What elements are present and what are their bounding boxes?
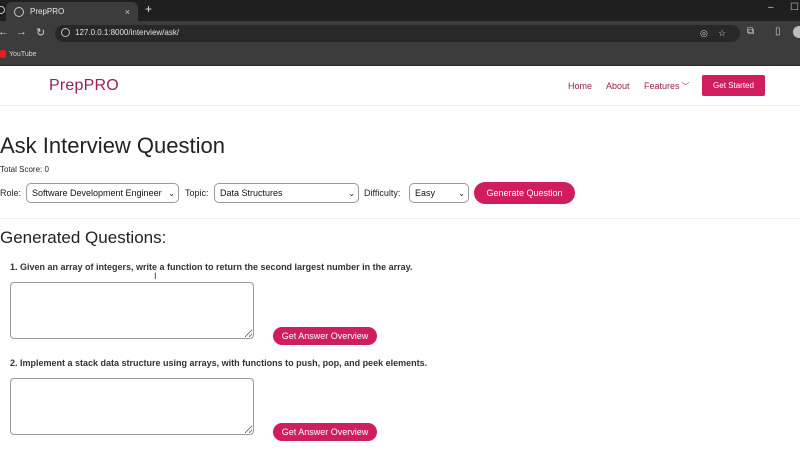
tab-title: PrepPRO — [30, 7, 65, 16]
answer-textarea[interactable] — [10, 378, 254, 435]
bookmark-youtube[interactable]: YouTube — [0, 50, 37, 58]
globe-icon — [14, 6, 24, 17]
chevron-down-icon: ⌄ — [348, 188, 355, 198]
generate-question-button[interactable]: Generate Question — [474, 182, 575, 204]
tab-close-icon[interactable]: × — [125, 7, 130, 17]
role-select-value: Software Development Engineer — [32, 188, 162, 198]
difficulty-label: Difficulty: — [364, 188, 401, 198]
browser-tabstrip: PrepPRO × + – ☐ — [0, 0, 800, 21]
topic-select-value: Data Structures — [220, 188, 283, 198]
browser-toolbar: ← → ↻ 127.0.0.1:8000/interview/ask/ ◎ ☆ … — [0, 21, 800, 46]
star-icon[interactable]: ☆ — [718, 28, 726, 39]
forward-icon[interactable]: → — [16, 26, 27, 38]
chevron-down-icon: ⌄ — [168, 188, 175, 198]
difficulty-select-value: Easy — [415, 188, 436, 198]
get-started-button[interactable]: Get Started — [702, 75, 765, 96]
address-bar[interactable]: 127.0.0.1:8000/interview/ask/ ◎ ☆ — [55, 25, 740, 42]
minimize-icon[interactable]: – — [768, 2, 774, 13]
nav-about[interactable]: About — [606, 81, 630, 91]
get-answer-overview-button[interactable]: Get Answer Overview — [273, 327, 377, 345]
reload-icon[interactable]: ↻ — [36, 26, 45, 39]
difficulty-select[interactable]: Easy ⌄ — [409, 183, 469, 203]
youtube-icon — [0, 50, 6, 58]
bookmark-label: YouTube — [9, 50, 37, 58]
question-text: 2. Implement a stack data structure usin… — [10, 358, 428, 368]
new-tab-button[interactable]: + — [145, 2, 152, 16]
answer-textarea[interactable] — [10, 282, 254, 339]
section-divider — [0, 218, 800, 219]
topic-label: Topic: — [185, 188, 209, 198]
eye-off-icon[interactable]: ◎ — [700, 28, 708, 39]
total-score: Total Score: 0 — [0, 165, 49, 174]
generated-questions-heading: Generated Questions: — [0, 228, 167, 247]
site-header: PrepPRO Home About Features ﹀ Get Started — [0, 66, 800, 106]
get-answer-overview-button[interactable]: Get Answer Overview — [273, 423, 377, 441]
site-info-icon[interactable] — [61, 28, 70, 37]
chevron-down-icon: ﹀ — [681, 82, 690, 91]
extensions-icon[interactable]: ⧉ — [747, 26, 754, 37]
nav-features[interactable]: Features ﹀ — [644, 81, 690, 92]
nav-home[interactable]: Home — [568, 81, 592, 91]
address-url: 127.0.0.1:8000/interview/ask/ — [75, 28, 180, 37]
back-icon[interactable]: ← — [0, 26, 9, 38]
profile-avatar[interactable] — [793, 26, 800, 38]
role-label: Role: — [0, 188, 22, 198]
page-title: Ask Interview Question — [0, 133, 225, 158]
browser-tab[interactable]: PrepPRO × — [6, 2, 138, 21]
sidepanel-icon[interactable]: ▯ — [775, 26, 781, 37]
chevron-down-icon: ⌄ — [458, 188, 465, 198]
tab-search-icon[interactable] — [0, 6, 5, 14]
maximize-icon[interactable]: ☐ — [790, 2, 799, 13]
text-cursor-icon: I — [154, 271, 157, 281]
brand-logo[interactable]: PrepPRO — [49, 77, 119, 95]
nav-features-label: Features — [644, 81, 680, 91]
bookmarks-bar: YouTube — [0, 46, 800, 66]
topic-select[interactable]: Data Structures ⌄ — [214, 183, 359, 203]
role-select[interactable]: Software Development Engineer ⌄ — [26, 183, 179, 203]
question-text: 1. Given an array of integers, write a f… — [10, 262, 413, 272]
